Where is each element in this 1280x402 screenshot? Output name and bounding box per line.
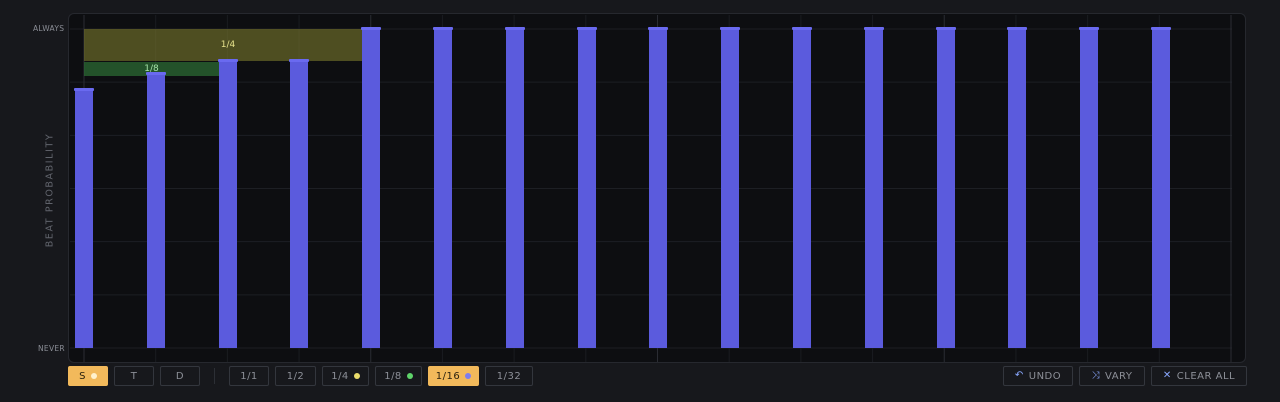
mode-s-button[interactable]: S — [68, 366, 108, 386]
mode-t-button[interactable]: T — [114, 366, 154, 386]
beat-bar-6[interactable] — [433, 27, 453, 348]
clear-all-label: CLEAR ALL — [1176, 370, 1236, 382]
clear-all-button[interactable]: ✕ CLEAR ALL — [1151, 366, 1247, 386]
bar-area[interactable]: 1/4 1/8 — [0, 0, 1280, 402]
beat-bar-1[interactable] — [74, 87, 94, 348]
undo-label: UNDO — [1028, 370, 1062, 382]
beat-bar-3[interactable] — [217, 58, 238, 348]
toolbar-divider — [214, 368, 215, 384]
mode-d-button[interactable]: D — [160, 366, 200, 386]
undo-button[interactable]: ↶ UNDO — [1003, 366, 1073, 386]
division-1-4-label: 1/4 — [331, 370, 349, 382]
division-1-4-button[interactable]: 1/4 — [322, 366, 369, 386]
beat-bar-14[interactable] — [1007, 27, 1028, 348]
division-1-8-button[interactable]: 1/8 — [375, 366, 422, 386]
division-1-16-button[interactable]: 1/16 — [428, 366, 479, 386]
vary-label: VARY — [1105, 370, 1133, 382]
beat-bar-16[interactable] — [1151, 27, 1171, 348]
division-1-2-button[interactable]: 1/2 — [275, 366, 316, 386]
eighth-dot-icon — [406, 373, 413, 379]
beat-bar-13[interactable] — [935, 27, 956, 348]
mode-s-label: S — [79, 370, 86, 382]
beat-bar-5[interactable] — [361, 27, 382, 348]
sixteenth-dot-icon — [465, 373, 472, 379]
beat-bar-10[interactable] — [720, 27, 741, 348]
division-1-16-label: 1/16 — [435, 370, 461, 382]
division-1-8-label: 1/8 — [384, 370, 402, 382]
mode-s-dot-icon — [90, 373, 97, 379]
beat-bar-15[interactable] — [1079, 27, 1100, 348]
toolbar: S T D 1/1 1/2 1/4 1/8 1/16 1/32 ↶ UNDO ⤨… — [0, 366, 1280, 388]
quarter-dot-icon — [353, 373, 360, 379]
beat-bar-2[interactable] — [145, 71, 166, 348]
beat-bar-8[interactable] — [576, 27, 597, 348]
vary-button[interactable]: ⤨ VARY — [1079, 366, 1145, 386]
close-icon: ✕ — [1162, 370, 1172, 381]
beat-bar-7[interactable] — [504, 27, 525, 348]
beat-bar-4[interactable] — [289, 58, 310, 348]
beat-bar-12[interactable] — [863, 27, 884, 348]
beat-bar-9[interactable] — [648, 27, 669, 348]
shuffle-icon: ⤨ — [1091, 370, 1101, 381]
beat-bar-11[interactable] — [792, 27, 812, 348]
undo-icon: ↶ — [1014, 370, 1024, 381]
division-1-1-button[interactable]: 1/1 — [229, 366, 269, 386]
division-1-32-button[interactable]: 1/32 — [485, 366, 533, 386]
region-quarter-note: 1/4 — [84, 29, 372, 61]
